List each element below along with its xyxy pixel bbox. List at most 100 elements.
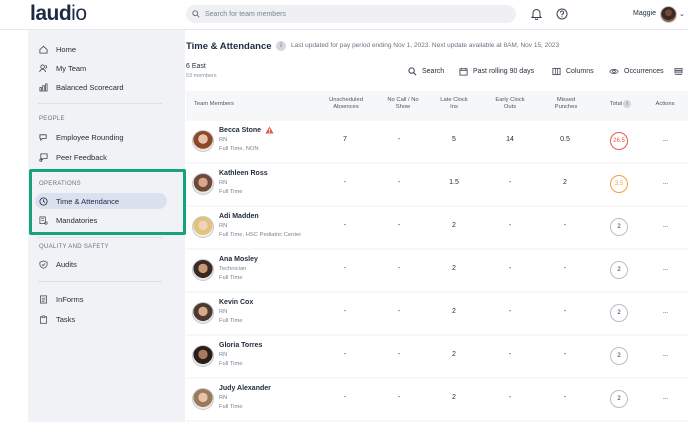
user-avatar[interactable]: [660, 6, 677, 23]
total-badge[interactable]: 2: [610, 304, 628, 322]
unscheduled-value: -: [343, 222, 347, 229]
missed-value: 2: [563, 179, 567, 186]
list-icon: [674, 67, 683, 76]
col-unscheduled[interactable]: Unscheduled Absences: [321, 91, 371, 117]
late-clock-value: 2: [452, 222, 456, 229]
col-actions: Actions: [655, 100, 675, 107]
member-role: RN: [219, 352, 228, 358]
table-row[interactable]: Adi Madden RN Full Time, HSC Pediatric C…: [186, 207, 688, 248]
avatar: [192, 216, 214, 238]
avatar: [192, 259, 214, 281]
table-row[interactable]: Ana Mosley Technician Full Time - - 2 - …: [186, 250, 688, 291]
table-row[interactable]: Kathleen Ross RN Full Time - - 1.5 - 2 3…: [186, 164, 688, 205]
search-icon: [192, 10, 200, 18]
table-header: Team Members Unscheduled Absences No Cal…: [186, 91, 688, 117]
early-clock-value: -: [508, 351, 512, 358]
table-row[interactable]: Becca Stone RN Full Time, NON 7 - 5 14 0…: [186, 121, 688, 162]
sidebar-item-balanced-scorecard[interactable]: Balanced Scorecard: [38, 80, 124, 94]
chevron-down-icon[interactable]: ⌄: [679, 10, 685, 18]
sidebar-divider: [38, 103, 162, 104]
more-actions-icon[interactable]: ···: [658, 176, 672, 190]
no-call-value: -: [397, 136, 401, 143]
table-row[interactable]: Judy Alexander RN Full Time - - 2 - - 2 …: [186, 379, 688, 420]
total-badge[interactable]: 2: [610, 347, 628, 365]
early-clock-value: -: [508, 394, 512, 401]
col-early-clock[interactable]: Early Clock Outs: [490, 91, 530, 117]
sidebar-item-label: Peer Feedback: [56, 152, 107, 162]
early-clock-value: -: [508, 265, 512, 272]
member-name[interactable]: Ana Mosley: [219, 256, 258, 263]
sidebar-item-home[interactable]: Home: [38, 42, 76, 56]
scorecard-icon: [38, 82, 48, 92]
member-employment: Full Time: [219, 189, 243, 195]
member-name[interactable]: Kathleen Ross: [219, 170, 268, 177]
total-badge[interactable]: 2: [610, 218, 628, 236]
columns-button[interactable]: Columns: [552, 66, 594, 76]
search-button[interactable]: Search: [408, 66, 444, 76]
last-updated-text: Last updated for pay period ending Nov 1…: [291, 42, 560, 49]
more-actions-icon[interactable]: ···: [658, 219, 672, 233]
sidebar-item-informs[interactable]: InForms: [38, 292, 84, 306]
more-actions-icon[interactable]: ···: [658, 348, 672, 362]
sidebar-item-audits[interactable]: Audits: [38, 257, 77, 271]
member-role: Technician: [219, 266, 247, 272]
sidebar-item-label: Employee Rounding: [56, 132, 124, 142]
sidebar-item-peer-feedback[interactable]: Peer Feedback: [38, 150, 107, 164]
occurrences-toggle[interactable]: Occurrences: [609, 66, 664, 76]
col-late-clock[interactable]: Late Clock Ins: [439, 91, 469, 117]
member-name[interactable]: Gloria Torres: [219, 342, 262, 349]
member-role: RN: [219, 395, 228, 401]
bell-icon[interactable]: [529, 7, 543, 21]
member-name[interactable]: Kevin Cox: [219, 299, 253, 306]
member-name[interactable]: Judy Alexander: [219, 385, 271, 392]
shield-check-icon: [38, 259, 48, 269]
user-name[interactable]: Maggie: [633, 10, 656, 17]
unscheduled-value: 7: [343, 136, 347, 143]
missed-value: -: [563, 351, 567, 358]
sidebar-item-label: Home: [56, 44, 77, 54]
missed-value: 0.5: [560, 136, 570, 143]
more-actions-icon[interactable]: ···: [658, 305, 672, 319]
total-badge[interactable]: 26.5: [610, 132, 628, 150]
member-name[interactable]: Adi Madden: [219, 213, 259, 220]
sidebar-divider: [38, 237, 162, 238]
top-bar: laudio Search for team members Maggie ⌄: [0, 0, 688, 30]
columns-icon: [552, 67, 561, 76]
no-call-value: -: [397, 394, 401, 401]
warning-icon: [265, 126, 274, 134]
total-info-icon[interactable]: i: [623, 100, 631, 108]
info-icon[interactable]: i: [276, 41, 286, 51]
sidebar-item-employee-rounding[interactable]: Employee Rounding: [38, 130, 124, 144]
unscheduled-value: -: [343, 308, 347, 315]
col-missed[interactable]: Missed Punches: [546, 91, 586, 117]
home-icon: [38, 44, 48, 54]
more-actions-icon[interactable]: ···: [658, 391, 672, 405]
missed-value: -: [563, 265, 567, 272]
menu-button[interactable]: [674, 66, 688, 76]
help-icon[interactable]: [555, 7, 569, 21]
period-selector[interactable]: Past rolling 90 days: [459, 66, 534, 76]
search-bar[interactable]: Search for team members: [186, 5, 516, 23]
team-icon: [38, 63, 48, 73]
late-clock-value: 2: [452, 308, 456, 315]
laudio-logo[interactable]: laudio: [30, 2, 87, 26]
table-row[interactable]: Kevin Cox RN Full Time - - 2 - - 2 ···: [186, 293, 688, 334]
total-badge[interactable]: 3.5: [610, 175, 628, 193]
member-name[interactable]: Becca Stone: [219, 127, 261, 134]
missed-value: -: [563, 308, 567, 315]
sidebar-item-my-team[interactable]: My Team: [38, 61, 86, 75]
total-badge[interactable]: 2: [610, 390, 628, 408]
unscheduled-value: -: [343, 351, 347, 358]
more-actions-icon[interactable]: ···: [658, 133, 672, 147]
more-actions-icon[interactable]: ···: [658, 262, 672, 276]
table-row[interactable]: Gloria Torres RN Full Time - - 2 - - 2 ·…: [186, 336, 688, 377]
sidebar-item-tasks[interactable]: Tasks: [38, 312, 75, 326]
late-clock-value: 1.5: [449, 179, 459, 186]
unscheduled-value: -: [343, 265, 347, 272]
col-no-call[interactable]: No Call / No Show: [383, 91, 423, 117]
col-team-members[interactable]: Team Members: [194, 91, 234, 117]
no-call-value: -: [397, 265, 401, 272]
total-badge[interactable]: 2: [610, 261, 628, 279]
section-title-quality: QUALITY AND SAFETY: [39, 244, 109, 250]
late-clock-value: 2: [452, 265, 456, 272]
